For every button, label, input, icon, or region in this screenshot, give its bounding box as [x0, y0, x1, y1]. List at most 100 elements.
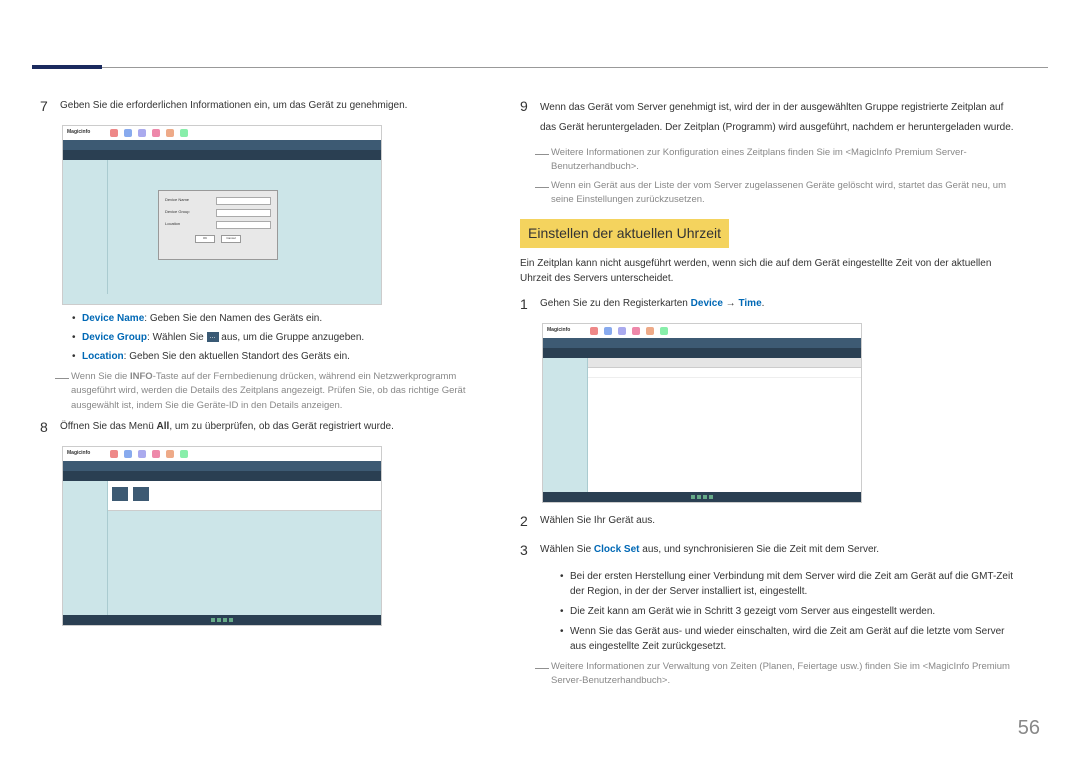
note: ― Weitere Informationen zur Verwaltung v… — [535, 660, 1020, 689]
step-1: 1 Gehen Sie zu den Registerkarten Device… — [520, 294, 1020, 315]
screenshot-footer — [63, 615, 381, 625]
text-bold: Device — [691, 298, 723, 309]
sub-bullet-item: Bei der ersten Herstellung einer Verbind… — [560, 569, 1020, 599]
text-bold: Time — [738, 298, 761, 309]
left-column: 7 Geben Sie die erforderlichen Informati… — [40, 96, 495, 632]
step-3: 3 Wählen Sie Clock Set aus, und synchron… — [520, 540, 1020, 561]
nav-icon — [180, 450, 188, 458]
nav-icon — [152, 129, 160, 137]
step-number: 9 — [520, 96, 540, 138]
screenshot-sidebar — [63, 481, 108, 615]
note-body: Wenn ein Gerät aus der Liste der vom Ser… — [551, 179, 1020, 208]
text-before: Gehen Sie zu den Registerkarten — [540, 298, 691, 309]
step-text: Wählen Sie Ihr Gerät aus. — [540, 511, 1020, 532]
bullet-text-after: aus, um die Gruppe anzugeben. — [219, 332, 365, 343]
text-after: aus, und synchronisieren Sie die Zeit mi… — [640, 544, 880, 555]
nav-icon — [110, 129, 118, 137]
screenshot-table-header — [588, 358, 861, 368]
device-thumb-icon — [112, 487, 128, 501]
footer-dot — [211, 618, 215, 622]
bullet-text-before: : Wählen Sie — [147, 332, 206, 343]
nav-icon — [632, 327, 640, 335]
screenshot-toolbar — [543, 338, 861, 348]
nav-icon — [138, 450, 146, 458]
screenshot-sidebar — [543, 358, 588, 492]
note-body: Wenn Sie die INFO-Taste auf der Fernbedi… — [71, 370, 495, 413]
step-text: Gehen Sie zu den Registerkarten Device →… — [540, 294, 1020, 315]
section-intro: Ein Zeitplan kann nicht ausgeführt werde… — [520, 256, 1020, 286]
step-number: 2 — [520, 511, 540, 532]
note-body: Weitere Informationen zur Verwaltung von… — [551, 660, 1020, 689]
footer-dot — [703, 495, 707, 499]
screenshot-footer — [543, 492, 861, 502]
screenshot-subtoolbar — [63, 471, 381, 481]
step-7: 7 Geben Sie die erforderlichen Informati… — [40, 96, 495, 117]
step-text: Wenn das Gerät vom Server genehmigt ist,… — [540, 96, 1020, 138]
nav-icon — [138, 129, 146, 137]
step-text: Wählen Sie Clock Set aus, und synchronis… — [540, 540, 1020, 561]
nav-icon — [110, 450, 118, 458]
bullet-label: Device Group — [82, 332, 147, 343]
screenshot-header: Magicinfo — [63, 126, 381, 140]
screenshot-table-row — [588, 368, 861, 378]
text-before: Wählen Sie — [540, 544, 594, 555]
bullet-item: Device Group: Wählen Sie ... aus, um die… — [72, 330, 495, 345]
text-before: Öffnen Sie das Menü — [60, 421, 157, 432]
dialog-ok-button: OK — [195, 235, 215, 243]
screenshot-logo: Magicinfo — [67, 450, 90, 458]
bullet-item: Location: Geben Sie den aktuellen Stando… — [72, 349, 495, 364]
sub-bullet-item: Wenn Sie das Gerät aus- und wieder einsc… — [560, 624, 1020, 654]
step-8: 8 Öffnen Sie das Menü All, um zu überprü… — [40, 417, 495, 438]
note: ― Wenn ein Gerät aus der Liste der vom S… — [535, 179, 1020, 208]
bullet-list: Device Name: Geben Sie den Namen des Ger… — [72, 311, 495, 364]
step-text: Öffnen Sie das Menü All, um zu überprüfe… — [60, 417, 495, 438]
nav-icon — [660, 327, 668, 335]
screenshot-main: Device Name Device Group Location OK Can… — [108, 160, 381, 294]
nav-icon — [152, 450, 160, 458]
screenshot-main — [108, 481, 381, 615]
screenshot-logo: Magicinfo — [547, 327, 570, 335]
text-after: , um zu überprüfen, ob das Gerät registr… — [169, 421, 394, 432]
dialog-label: Location — [165, 221, 180, 229]
nav-icon — [124, 450, 132, 458]
screenshot-device-all: Magicinfo — [62, 446, 382, 626]
screenshot-toolbar — [63, 140, 381, 150]
screenshot-device-approve: Magicinfo Device Name — [62, 125, 382, 305]
screenshot-main — [588, 358, 861, 492]
note-dash-icon: ― — [55, 370, 71, 413]
page-number: 56 — [1018, 713, 1040, 743]
step-9: 9 Wenn das Gerät vom Server genehmigt is… — [520, 96, 1020, 138]
arrow: → — [723, 298, 739, 309]
step-2: 2 Wählen Sie Ihr Gerät aus. — [520, 511, 1020, 532]
nav-icon — [166, 129, 174, 137]
text-bold: All — [157, 421, 170, 432]
footer-dot — [709, 495, 713, 499]
screenshot-subtoolbar — [543, 348, 861, 358]
nav-icon — [604, 327, 612, 335]
header-rule — [32, 67, 1048, 68]
right-column: 9 Wenn das Gerät vom Server genehmigt is… — [520, 96, 1020, 693]
nav-icon — [124, 129, 132, 137]
note-bold: INFO — [130, 371, 153, 382]
device-thumb-icon — [133, 487, 149, 501]
bullet-text: : Geben Sie den aktuellen Standort des G… — [124, 351, 350, 362]
note-dash-icon: ― — [535, 146, 551, 175]
dialog-label: Device Group — [165, 209, 189, 217]
nav-icon — [646, 327, 654, 335]
note-dash-icon: ― — [535, 660, 551, 689]
bullet-text: : Geben Sie den Namen des Geräts ein. — [144, 313, 322, 324]
note: ― Wenn Sie die INFO-Taste auf der Fernbe… — [55, 370, 495, 413]
ellipsis-icon: ... — [207, 332, 219, 342]
bullet-item: Device Name: Geben Sie den Namen des Ger… — [72, 311, 495, 326]
bullet-label: Device Name — [82, 313, 144, 324]
note-body: Weitere Informationen zur Konfiguration … — [551, 146, 1020, 175]
screenshot-header: Magicinfo — [63, 447, 381, 461]
note-dash-icon: ― — [535, 179, 551, 208]
sub-bullet-item: Die Zeit kann am Gerät wie in Schritt 3 … — [560, 604, 1020, 619]
step-number: 3 — [520, 540, 540, 561]
screenshot-sidebar — [63, 160, 108, 294]
section-title: Einstellen der aktuellen Uhrzeit — [520, 219, 729, 248]
screenshot-devicelist — [108, 481, 381, 511]
step-number: 7 — [40, 96, 60, 117]
screenshot-toolbar — [63, 461, 381, 471]
